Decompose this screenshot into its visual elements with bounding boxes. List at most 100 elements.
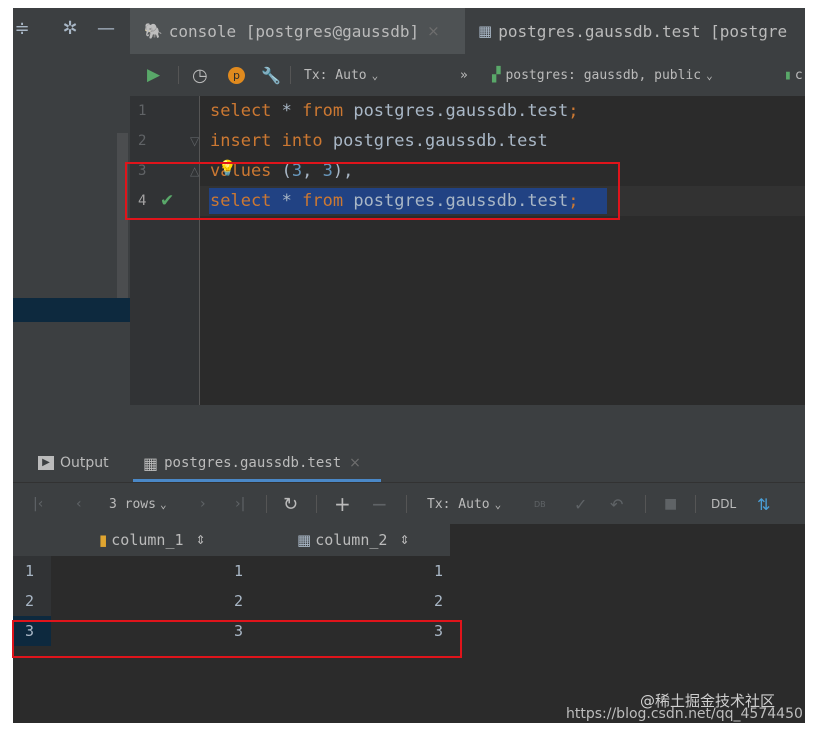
chevron-down-icon: ⌄ bbox=[159, 497, 167, 511]
cell-column-1[interactable]: 2 bbox=[213, 586, 243, 616]
close-icon[interactable]: × bbox=[427, 22, 440, 40]
results-tx-mode-label: Tx: Auto bbox=[427, 496, 490, 512]
watermark-url: https://blog.csdn.net/qq_4574450 bbox=[566, 706, 803, 722]
commit-check-icon[interactable]: ✓ bbox=[574, 483, 587, 525]
gear-icon[interactable]: ✲ bbox=[61, 20, 79, 38]
rows-count-dropdown[interactable]: 3 rows ⌄ bbox=[109, 483, 167, 525]
session-selector[interactable]: ▮ c bbox=[784, 54, 803, 96]
code-token: from bbox=[302, 101, 344, 121]
fold-marker-icon[interactable]: ▽ bbox=[190, 134, 199, 148]
key-column-icon: ▮ bbox=[99, 531, 108, 549]
console-icon: ▶ bbox=[38, 456, 54, 470]
more-actions-button[interactable]: » bbox=[460, 54, 468, 96]
explorer-selected-item[interactable] bbox=[13, 298, 130, 322]
toolbar-divider bbox=[290, 66, 291, 84]
compare-arrows-icon[interactable]: ⇅ bbox=[757, 483, 770, 525]
schema-selector[interactable]: ▞ postgres: gaussdb, public ⌄ bbox=[492, 54, 713, 96]
row-cells bbox=[51, 586, 450, 616]
highlight-box-result-row bbox=[12, 620, 462, 658]
table-icon: ▦ bbox=[143, 453, 159, 473]
toolbar-divider bbox=[266, 495, 267, 513]
row-number: 1 bbox=[25, 562, 35, 580]
cell-column-1[interactable]: 1 bbox=[213, 556, 243, 586]
grid-header: ▮ column_1 ⇕ ▦ column_2 ⇕ bbox=[13, 524, 450, 556]
toolbar-divider bbox=[695, 495, 696, 513]
code-line: insert into postgres.gaussdb.test bbox=[210, 126, 548, 156]
next-page-icon[interactable]: › bbox=[200, 483, 206, 525]
rows-count-label: 3 rows bbox=[109, 496, 156, 512]
ddl-button[interactable]: DDL bbox=[711, 483, 736, 525]
session-icon: ▮ bbox=[784, 67, 792, 83]
history-icon[interactable]: ◷ bbox=[192, 54, 208, 96]
table-row[interactable]: 1 1 1 bbox=[13, 556, 450, 586]
editor-gutter: 1 2 3 4 ✔ ▽ △ bbox=[130, 96, 200, 405]
column-header-label: column_2 bbox=[315, 531, 388, 549]
cell-column-2[interactable]: 2 bbox=[413, 586, 443, 616]
column-header-1[interactable]: ▮ column_1 ⇕ bbox=[99, 524, 206, 556]
tab-console[interactable]: 🐘 console [postgres@gaussdb] × bbox=[130, 8, 465, 54]
column-icon: ▦ bbox=[297, 531, 312, 549]
results-tx-mode-dropdown[interactable]: Tx: Auto ⌄ bbox=[427, 483, 501, 525]
line-number: 2 bbox=[138, 133, 147, 149]
ide-window: ≑ ✲ — 🐘 console [postgres@gaussdb] × ▦ p… bbox=[13, 8, 805, 723]
code-token: postgres.gaussdb.test bbox=[343, 101, 569, 121]
previous-page-icon[interactable]: ‹ bbox=[76, 483, 82, 525]
sql-editor[interactable]: 1 2 3 4 ✔ ▽ △ select * from postgres.gau… bbox=[130, 96, 805, 405]
wrench-icon[interactable]: 🔧 bbox=[261, 54, 281, 96]
code-token: ; bbox=[568, 101, 579, 121]
editor-tab-bar: 🐘 console [postgres@gaussdb] × ▦ postgre… bbox=[130, 8, 805, 54]
tx-mode-dropdown[interactable]: Tx: Auto ⌄ bbox=[304, 54, 378, 96]
explain-plan-icon[interactable]: p bbox=[228, 54, 245, 96]
results-tab-bar: ▶ Output ▦ postgres.gaussdb.test × bbox=[13, 405, 805, 482]
toolbar-divider bbox=[645, 495, 646, 513]
ddl-label: DDL bbox=[711, 497, 737, 511]
results-toolbar: |‹ ‹ 3 rows ⌄ › ›| ↻ + − Tx: Auto ⌄ DB ✓… bbox=[13, 482, 805, 525]
database-explorer-panel: ≑ ✲ — bbox=[13, 8, 130, 405]
delete-row-icon[interactable]: − bbox=[371, 483, 388, 525]
column-header-label: column_1 bbox=[111, 531, 184, 549]
toolbar-divider bbox=[406, 495, 407, 513]
run-icon[interactable]: ▶ bbox=[147, 54, 160, 96]
db-label: DB bbox=[534, 499, 546, 509]
tab-output[interactable]: ▶ Output bbox=[38, 450, 109, 476]
schema-label: postgres: gaussdb, public bbox=[505, 67, 702, 83]
toolbar-divider bbox=[178, 66, 179, 84]
code-token: into bbox=[281, 131, 323, 151]
code-line: select * from postgres.gaussdb.test; bbox=[210, 96, 579, 126]
row-cells bbox=[51, 556, 450, 586]
first-page-icon[interactable]: |‹ bbox=[33, 483, 43, 525]
column-header-2[interactable]: ▦ column_2 ⇕ bbox=[297, 524, 410, 556]
code-token: * bbox=[271, 101, 303, 121]
close-icon[interactable]: × bbox=[349, 455, 361, 471]
sort-icon[interactable]: ⇕ bbox=[196, 533, 206, 547]
minimize-icon[interactable]: — bbox=[97, 20, 115, 38]
sort-icon[interactable]: ⇕ bbox=[399, 533, 409, 547]
collapse-all-icon[interactable]: ≑ bbox=[13, 20, 31, 38]
chevron-down-icon: ⌄ bbox=[371, 68, 379, 82]
chevron-down-icon: ⌄ bbox=[706, 68, 713, 82]
chevron-down-icon: ⌄ bbox=[494, 497, 502, 511]
table-icon: ▦ bbox=[478, 22, 493, 40]
tab-output-label: Output bbox=[60, 455, 109, 471]
table-row[interactable]: 2 2 2 bbox=[13, 586, 450, 616]
session-label: c bbox=[794, 67, 803, 83]
cell-column-2[interactable]: 1 bbox=[413, 556, 443, 586]
tab-results-label: postgres.gaussdb.test bbox=[164, 455, 342, 471]
explorer-toolbar: ≑ ✲ — bbox=[13, 8, 130, 54]
submit-db-icon[interactable]: DB bbox=[534, 483, 546, 525]
stop-icon[interactable]: ■ bbox=[664, 483, 677, 525]
tab-console-label: console [postgres@gaussdb] bbox=[168, 21, 420, 41]
tx-mode-label: Tx: Auto bbox=[304, 67, 367, 83]
highlight-box-editor bbox=[125, 162, 620, 220]
schema-icon: ▞ bbox=[492, 67, 501, 83]
code-token: select bbox=[210, 101, 272, 121]
refresh-icon[interactable]: ↻ bbox=[283, 483, 298, 525]
add-row-icon[interactable]: + bbox=[334, 483, 351, 525]
tab-table[interactable]: ▦ postgres.gaussdb.test [postgre bbox=[468, 8, 787, 54]
last-page-icon[interactable]: ›| bbox=[235, 483, 245, 525]
rollback-icon[interactable]: ↶ bbox=[610, 483, 623, 525]
code-token: postgres.gaussdb.test bbox=[322, 131, 548, 151]
tab-results-table[interactable]: ▦ postgres.gaussdb.test × bbox=[143, 450, 361, 476]
line-number: 1 bbox=[138, 103, 147, 119]
